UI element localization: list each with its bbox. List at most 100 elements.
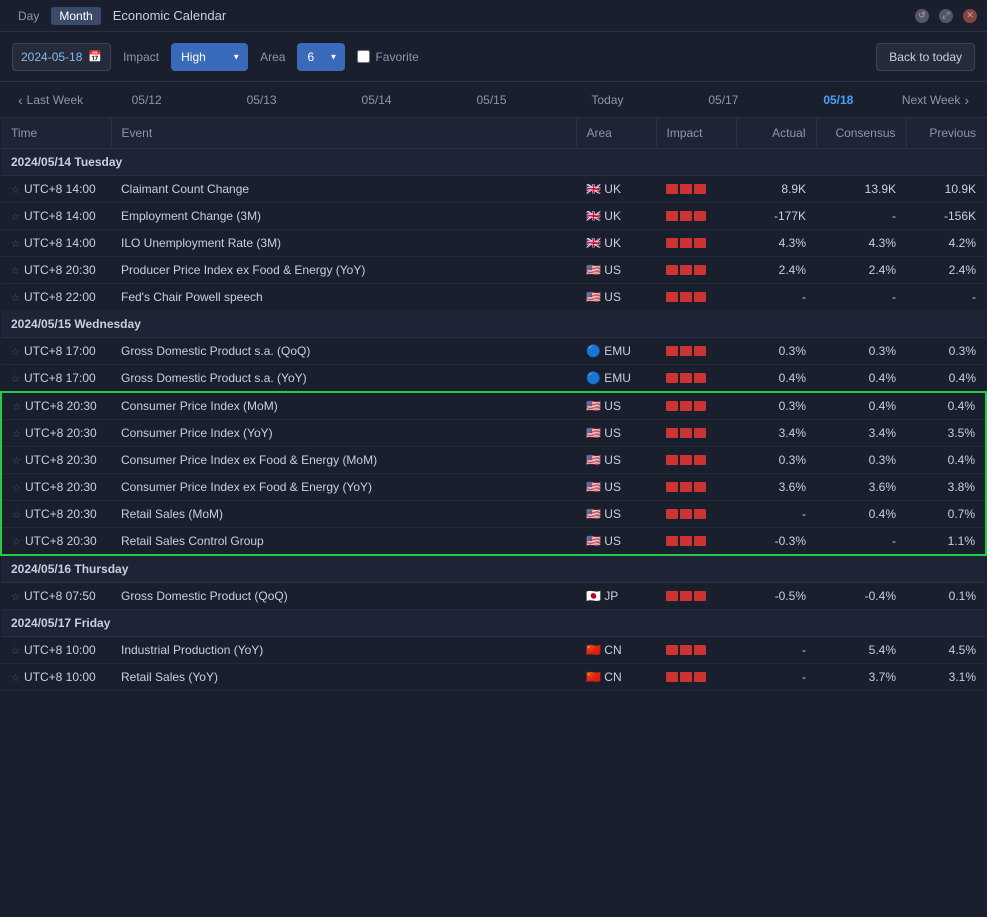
favorite-filter[interactable]: Favorite [357, 50, 418, 64]
cell-impact [656, 447, 736, 474]
tab-day[interactable]: Day [10, 7, 47, 25]
week-date-0514[interactable]: 05/14 [354, 89, 400, 111]
cell-event: Claimant Count Change [111, 176, 576, 203]
cell-actual: - [736, 284, 816, 311]
table-row[interactable]: ☆UTC+8 14:00Claimant Count Change🇬🇧 UK8.… [1, 176, 986, 203]
impact-dropdown[interactable]: High Medium Low All [171, 43, 248, 71]
star-icon: ☆ [11, 374, 20, 385]
cell-event: ILO Unemployment Rate (3M) [111, 230, 576, 257]
prev-week-button[interactable]: ‹ Last Week [12, 88, 89, 112]
date-picker[interactable]: 2024-05-18 📅 [12, 43, 111, 71]
impact-bar [666, 184, 678, 194]
cell-previous: 0.4% [906, 392, 986, 420]
view-tabs: Day Month [10, 7, 101, 25]
cell-area: 🇬🇧 UK [576, 203, 656, 230]
cell-time: ☆UTC+8 20:30 [1, 420, 111, 447]
expand-btn[interactable]: ⤢ [939, 9, 953, 23]
impact-bar [666, 536, 678, 546]
table-row[interactable]: ☆UTC+8 20:30Producer Price Index ex Food… [1, 257, 986, 284]
cell-actual: 8.9K [736, 176, 816, 203]
tab-month[interactable]: Month [51, 7, 100, 25]
window-controls: ↺ ⤢ ✕ [915, 9, 977, 23]
next-week-button[interactable]: Next Week › [896, 88, 975, 112]
refresh-btn[interactable]: ↺ [915, 9, 929, 23]
star-icon: ☆ [12, 429, 21, 440]
cell-consensus: - [816, 203, 906, 230]
table-row[interactable]: ☆UTC+8 14:00Employment Change (3M)🇬🇧 UK-… [1, 203, 986, 230]
table-row[interactable]: ☆UTC+8 20:30Consumer Price Index ex Food… [1, 474, 986, 501]
cell-actual: -0.3% [736, 528, 816, 556]
table-row[interactable]: ☆UTC+8 17:00Gross Domestic Product s.a. … [1, 338, 986, 365]
week-date-0517[interactable]: 05/17 [700, 89, 746, 111]
area-dropdown[interactable]: 6 12345All [297, 43, 345, 71]
impact-bar [680, 292, 692, 302]
cell-time: ☆UTC+8 17:00 [1, 338, 111, 365]
favorite-checkbox[interactable] [357, 50, 370, 63]
impact-bar [666, 482, 678, 492]
impact-bar [694, 536, 706, 546]
week-date-0513[interactable]: 05/13 [239, 89, 285, 111]
impact-bar [694, 373, 706, 383]
table-row[interactable]: ☆UTC+8 20:30Consumer Price Index (YoY)🇺🇸… [1, 420, 986, 447]
cell-impact [656, 474, 736, 501]
header-consensus: Consensus [816, 118, 906, 149]
star-icon: ☆ [12, 456, 21, 467]
impact-bars [666, 184, 726, 194]
table-row[interactable]: ☆UTC+8 07:50Gross Domestic Product (QoQ)… [1, 583, 986, 610]
date-value: 2024-05-18 [21, 50, 82, 64]
table-row[interactable]: ☆UTC+8 10:00Industrial Production (YoY)🇨… [1, 637, 986, 664]
close-btn[interactable]: ✕ [963, 9, 977, 23]
cell-impact [656, 501, 736, 528]
impact-bar [694, 672, 706, 682]
week-date-0512[interactable]: 05/12 [124, 89, 170, 111]
table-row[interactable]: ☆UTC+8 20:30Consumer Price Index (MoM)🇺🇸… [1, 392, 986, 420]
cell-impact [656, 583, 736, 610]
star-icon: ☆ [11, 185, 20, 196]
table-row[interactable]: ☆UTC+8 22:00Fed's Chair Powell speech🇺🇸 … [1, 284, 986, 311]
cell-impact [656, 392, 736, 420]
impact-bars [666, 536, 726, 546]
impact-bar [680, 645, 692, 655]
impact-bar [666, 591, 678, 601]
table-row[interactable]: ☆UTC+8 17:00Gross Domestic Product s.a. … [1, 365, 986, 393]
calendar-scroll-area[interactable]: Time Event Area Impact Actual Consensus … [0, 118, 987, 691]
cell-consensus: -0.4% [816, 583, 906, 610]
area-dropdown-wrap: 6 12345All [297, 43, 345, 71]
cell-consensus: 13.9K [816, 176, 906, 203]
cell-actual: 0.3% [736, 392, 816, 420]
cell-actual: 3.4% [736, 420, 816, 447]
cell-area: 🇺🇸 US [576, 284, 656, 311]
cell-previous: -156K [906, 203, 986, 230]
cell-area: 🇨🇳 CN [576, 664, 656, 691]
header-actual: Actual [736, 118, 816, 149]
back-to-today-button[interactable]: Back to today [876, 43, 975, 71]
week-navigation: ‹ Last Week 05/12 05/13 05/14 05/15 Toda… [0, 82, 987, 118]
impact-bars [666, 265, 726, 275]
impact-bar [666, 455, 678, 465]
impact-bar [666, 373, 678, 383]
table-row[interactable]: ☆UTC+8 20:30Retail Sales (MoM)🇺🇸 US-0.4%… [1, 501, 986, 528]
cell-area: 🇺🇸 US [576, 447, 656, 474]
week-date-0518[interactable]: 05/18 [815, 89, 861, 111]
star-icon: ☆ [11, 266, 20, 277]
cell-consensus: 0.4% [816, 365, 906, 393]
cell-consensus: 3.4% [816, 420, 906, 447]
table-row[interactable]: ☆UTC+8 20:30Consumer Price Index ex Food… [1, 447, 986, 474]
cell-actual: 0.3% [736, 338, 816, 365]
week-date-today[interactable]: Today [583, 89, 631, 111]
table-row[interactable]: ☆UTC+8 10:00Retail Sales (YoY)🇨🇳 CN-3.7%… [1, 664, 986, 691]
section-header: 2024/05/16 Thursday [1, 555, 986, 583]
cell-actual: - [736, 501, 816, 528]
impact-bar [680, 536, 692, 546]
cell-impact [656, 338, 736, 365]
cell-actual: -177K [736, 203, 816, 230]
impact-bars [666, 455, 726, 465]
table-row[interactable]: ☆UTC+8 14:00ILO Unemployment Rate (3M)🇬🇧… [1, 230, 986, 257]
header-area: Area [576, 118, 656, 149]
cell-actual: 4.3% [736, 230, 816, 257]
table-row[interactable]: ☆UTC+8 20:30Retail Sales Control Group🇺🇸… [1, 528, 986, 556]
title-bar: Day Month Economic Calendar ↺ ⤢ ✕ [0, 0, 987, 32]
cell-time: ☆UTC+8 20:30 [1, 257, 111, 284]
week-date-0515[interactable]: 05/15 [468, 89, 514, 111]
cell-area: 🇬🇧 UK [576, 230, 656, 257]
